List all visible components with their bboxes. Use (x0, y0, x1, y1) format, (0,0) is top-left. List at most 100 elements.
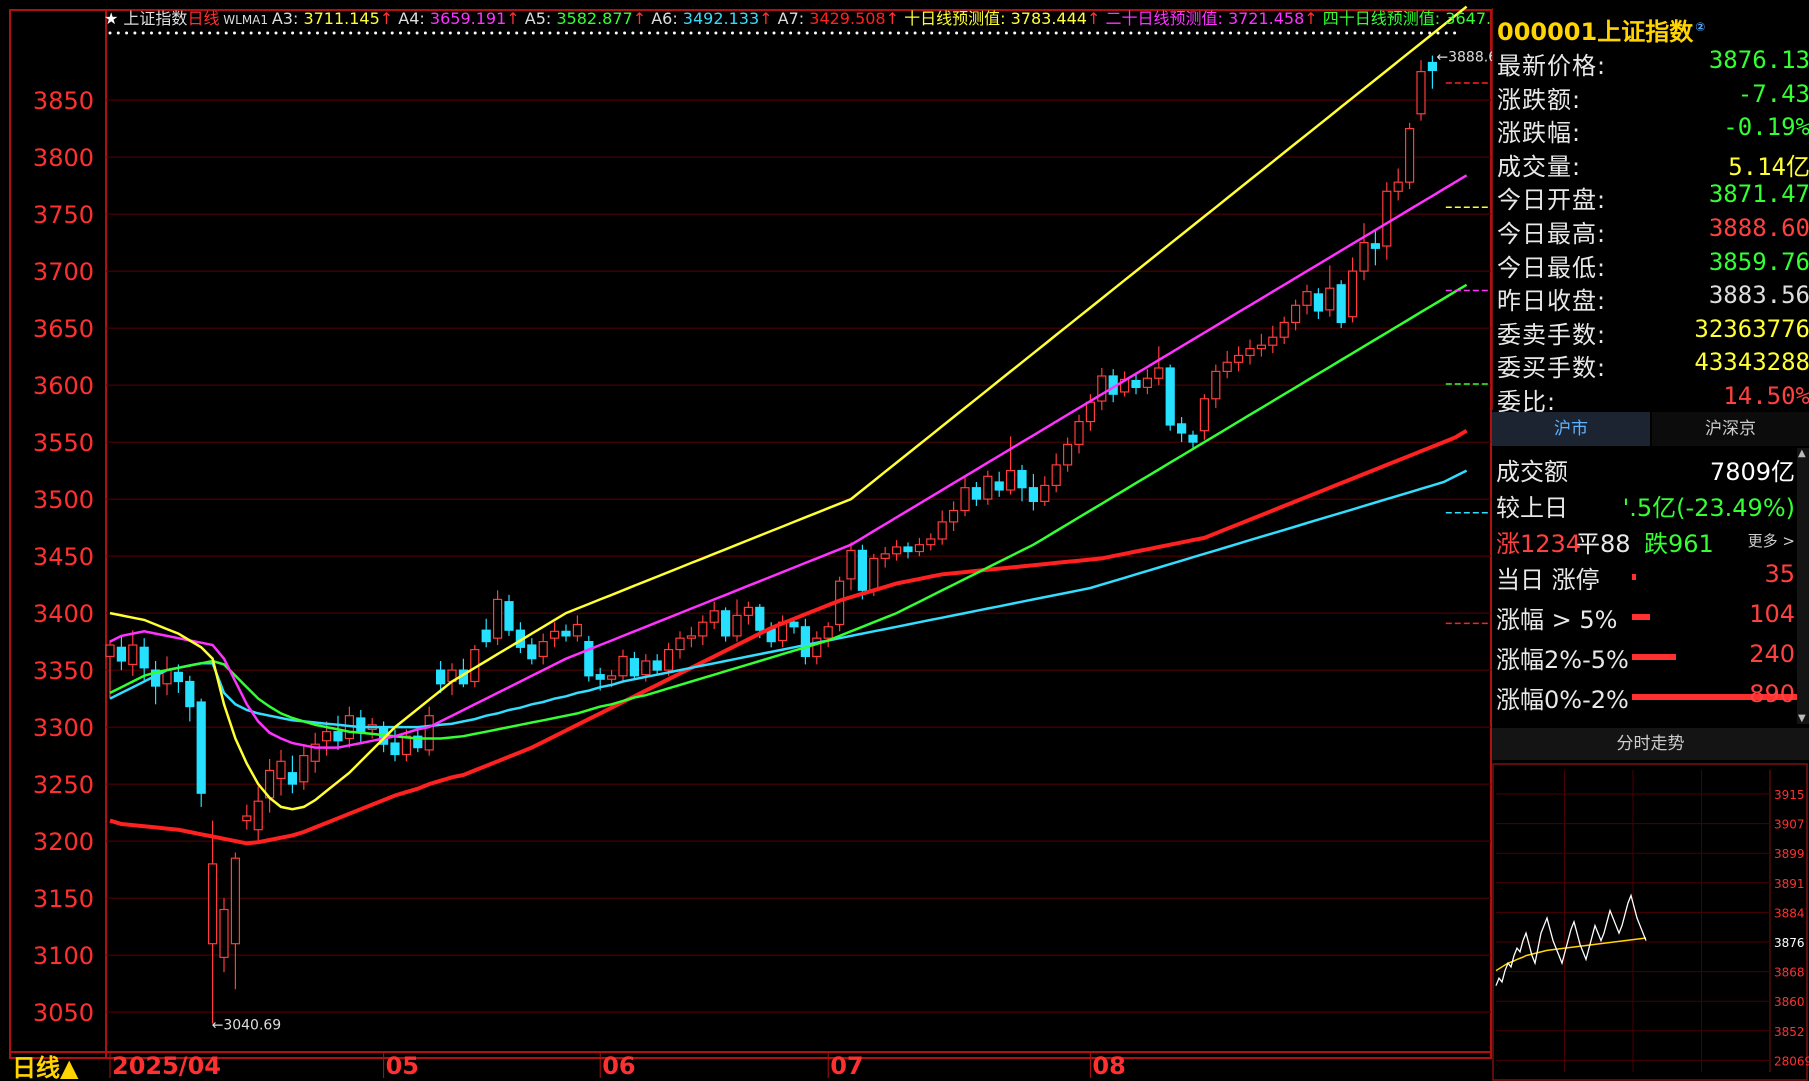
r0to2-value: 890 (1749, 680, 1795, 708)
quote-value: 3883.56 (1708, 281, 1809, 310)
candle (504, 594, 514, 636)
candle (1290, 299, 1301, 331)
tab-sh-sz-bj-market[interactable]: 沪深京 (1652, 412, 1809, 446)
y-tick-label: 3700 (33, 258, 94, 286)
quote-row: 涨跌额: -7.43 (1497, 80, 1809, 114)
quote-row: 委买手数: 43343288 (1497, 348, 1809, 382)
tab-sh-market[interactable]: 沪市 (1492, 412, 1650, 446)
intraday-tick-label: 3868 (1774, 966, 1805, 980)
candle (960, 476, 970, 517)
candle (1313, 288, 1324, 319)
candle (880, 546, 890, 568)
candle (333, 715, 343, 750)
scroll-up-icon[interactable]: ▲ (1798, 448, 1806, 459)
candle (652, 654, 662, 676)
ma-line-A7 (109, 428, 1468, 846)
r2to5-value: 240 (1749, 640, 1795, 668)
y-tick-label: 3550 (33, 429, 94, 457)
stats-scrollbar[interactable]: ▲ ▼ (1797, 448, 1809, 724)
r2to5-row: 涨幅2%-5% 240 (1496, 636, 1795, 676)
candle (1268, 325, 1278, 354)
quote-label: 委卖手数: (1497, 320, 1607, 349)
header-ma-value: 3429.508 (804, 9, 885, 28)
candle (983, 470, 993, 505)
gt5-bar (1632, 614, 1651, 620)
intraday-tick-label: 3884 (1774, 906, 1805, 920)
header-ma-label: A7: (778, 9, 805, 28)
candle (572, 615, 583, 642)
candle (151, 660, 161, 705)
header-arrow-icon: ↑ (633, 9, 652, 28)
y-tick-label: 3200 (33, 828, 94, 856)
quote-value: 32363776 (1694, 314, 1809, 343)
limit-up-label: 当日 涨停 (1496, 566, 1600, 594)
candle (1404, 122, 1415, 190)
candle (1097, 368, 1107, 411)
y-tick-label: 3050 (33, 999, 94, 1027)
candle (1347, 257, 1358, 323)
candle (1416, 60, 1426, 121)
r2to5-label: 涨幅2%-5% (1496, 646, 1629, 674)
candlestick-chart[interactable]: 3050 3100 3150 3200 3250 3300 3350 3400 3450 3500… (0, 0, 1492, 1081)
intraday-chart[interactable]: 3915 3907 3899 3891 3884 3876 3868 3860 3852 2806… (1492, 762, 1809, 1081)
candle (1017, 464, 1027, 502)
candle (1245, 339, 1255, 365)
header-forecast-value: 3647. (1440, 9, 1491, 28)
candle (1325, 265, 1335, 317)
quote-title: 000001上证指数 ② (1497, 12, 1705, 47)
turnover-row: 成交额 7809亿 (1496, 448, 1795, 488)
candle (926, 533, 936, 551)
header-ma-value: 3711.145 (298, 9, 379, 28)
x-tick-label: 07 (830, 1052, 863, 1080)
y-tick-label: 3750 (33, 201, 94, 229)
header-forecast-label: 十日线预测值: (904, 9, 1005, 28)
quote-value: 3876.13 (1708, 46, 1809, 74)
quote-label: 最新价格: (1497, 52, 1607, 80)
more-link[interactable]: 更多 > (1748, 530, 1795, 551)
y-tick-label: 3100 (33, 942, 94, 970)
header-arrow-icon: ↑ (886, 9, 905, 28)
candle (185, 675, 195, 722)
scroll-down-icon[interactable]: ▼ (1798, 713, 1806, 724)
candle (1302, 284, 1312, 315)
header-arrow-icon: ↑ (506, 9, 525, 28)
quote-label: 今日最高: (1497, 220, 1607, 248)
candle (709, 601, 719, 630)
candle (1393, 168, 1403, 201)
intraday-header[interactable]: 分时走势 (1492, 728, 1809, 760)
candle (265, 759, 275, 813)
candle (1165, 364, 1175, 431)
candle (481, 618, 491, 648)
candle (948, 501, 959, 532)
flat-count: 平88 (1576, 530, 1631, 558)
header-indicator: WLMA1 (219, 13, 271, 27)
vs-prev-value: '.5亿(-23.49%) (1622, 494, 1795, 522)
candle (242, 804, 252, 830)
gt5-row: 涨幅 > 5% 104 (1496, 596, 1795, 636)
candle (1154, 346, 1164, 386)
header-ma-label: A5: (525, 9, 552, 28)
candle (253, 786, 263, 842)
breadth-row: 涨1234 平88 跌961 更多 > (1496, 520, 1795, 560)
candle (800, 618, 811, 665)
up-count: 涨1234 (1496, 530, 1582, 558)
period-label[interactable]: 日线▲ (12, 1054, 79, 1081)
y-tick-label: 3850 (33, 87, 94, 115)
candle (1005, 436, 1016, 495)
chart-header-text: ★ 上证指数日线 WLMA1 A3: 3711.145↑ A4: 3659.19… (104, 9, 1491, 28)
candle (413, 729, 423, 753)
candle (424, 706, 434, 756)
quote-panel: 000001上证指数 ② 最新价格: 3876.13 涨跌额: -7.43 涨跌幅: -0.… (1492, 8, 1809, 416)
candle (310, 732, 320, 773)
quote-row: 今日最低: 3859.76 (1497, 248, 1809, 282)
favorite-star-icon: ★ (104, 9, 118, 28)
candle (1279, 316, 1289, 345)
candle (914, 537, 925, 557)
intraday-tick-label: 28069 (1774, 1054, 1809, 1068)
candle (219, 898, 229, 973)
header-arrow-icon: ↑ (1087, 9, 1106, 28)
r0to2-label: 涨幅0%-2% (1496, 686, 1629, 714)
market-tabs: 沪市 沪深京 (1492, 412, 1809, 446)
help-icon[interactable]: ② (1695, 20, 1705, 34)
r2to5-bar (1632, 654, 1677, 660)
